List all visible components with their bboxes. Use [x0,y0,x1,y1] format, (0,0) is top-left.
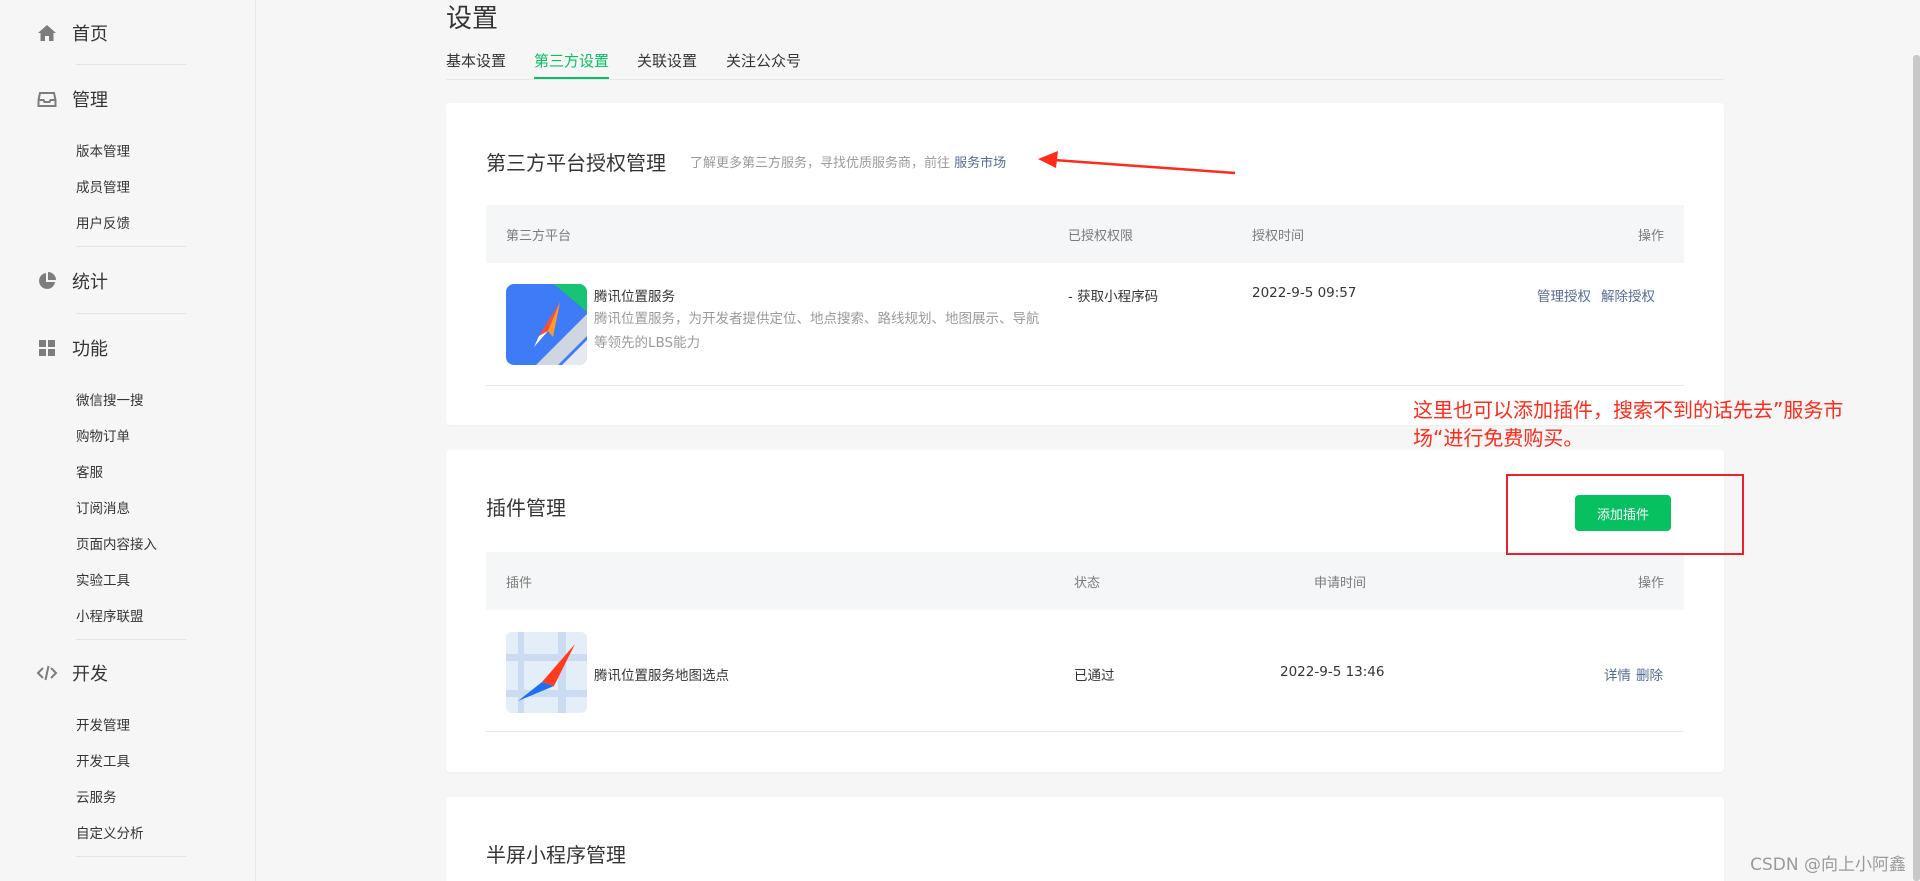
nav-features[interactable]: 功能 [36,333,108,363]
nav-item-subscribe-msg[interactable]: 订阅消息 [76,497,130,517]
nav-features-label: 功能 [72,339,108,360]
nav-dev-label: 开发 [72,664,108,685]
tencent-location-logo [506,284,587,365]
service-market-link[interactable]: 服务市场 [954,156,1006,171]
tab-third-party[interactable]: 第三方设置 [534,50,610,79]
inbox-icon [36,88,58,110]
nav-dev[interactable]: 开发 [36,658,108,688]
tab-related[interactable]: 关联设置 [637,50,697,79]
home-icon [36,22,58,44]
row-divider [486,385,1684,386]
nav-item-orders[interactable]: 购物订单 [76,425,130,445]
nav-manage[interactable]: 管理 [36,84,108,114]
third-party-table-header: 第三方平台 已授权权限 授权时间 操作 [486,205,1684,263]
plugin-apply-time: 2022-9-5 13:46 [1280,664,1385,680]
plugin-name: 腾讯位置服务地图选点 [594,668,729,684]
col-plugin-actions: 操作 [1637,576,1664,591]
nav-divider [76,639,186,640]
col-auth-time: 授权时间 [1252,229,1305,244]
third-party-subtitle: 了解更多第三方服务，寻找优质服务商，前往 服务市场 [690,152,1006,171]
col-platform: 第三方平台 [506,229,572,244]
nav-item-dev-tools[interactable]: 开发工具 [76,750,130,770]
annotation-arrow [1038,151,1236,175]
annotation-text: 这里也可以添加插件，搜索不到的话先去”服务市场“进行免费购买。 [1413,398,1844,450]
half-screen-card: 半屏小程序管理 [446,797,1724,881]
nav-item-wechat-search[interactable]: 微信搜一搜 [76,389,144,409]
third-party-subtitle-text: 了解更多第三方服务，寻找优质服务商，前往 [690,156,951,171]
col-actions: 操作 [1637,229,1664,244]
col-permission: 已授权权限 [1068,229,1134,244]
nav-item-feedback[interactable]: 用户反馈 [76,212,130,232]
watermark: CSDN @向上小阿鑫 [1750,855,1906,875]
code-icon [36,662,58,684]
col-plugin: 插件 [506,576,533,591]
plugin-table-header: 插件 状态 申请时间 操作 [486,552,1684,610]
half-screen-title: 半屏小程序管理 [486,843,626,867]
col-status: 状态 [1074,576,1101,591]
nav-manage-label: 管理 [72,90,108,111]
plugin-status: 已通过 [1074,668,1115,684]
nav-item-members[interactable]: 成员管理 [76,176,130,196]
nav-stats-label: 统计 [72,272,108,293]
permission-value: - 获取小程序码 [1068,289,1159,305]
nav-item-version[interactable]: 版本管理 [76,140,130,160]
nav-item-cloud[interactable]: 云服务 [76,786,117,806]
platform-desc: 腾讯位置服务，为开发者提供定位、地点搜索、路线规划、地图展示、导航等领先的LBS… [594,311,1040,351]
pie-chart-icon [36,270,58,292]
nav-item-experiment[interactable]: 实验工具 [76,569,130,589]
platform-name: 腾讯位置服务 [594,289,675,305]
revoke-auth-link[interactable]: 解除授权 [1601,285,1655,305]
plugin-detail-link[interactable]: 详情 [1604,664,1631,684]
tab-follow-official[interactable]: 关注公众号 [726,50,801,79]
settings-tabs: 基本设置 第三方设置 关联设置 关注公众号 [446,50,1724,80]
page-title: 设置 [446,4,499,34]
nav-home-label: 首页 [72,24,108,45]
nav-divider [76,856,186,857]
third-party-title: 第三方平台授权管理 [486,151,666,175]
nav-item-union[interactable]: 小程序联盟 [76,605,144,625]
map-picker-logo [506,632,587,713]
auth-time-value: 2022-9-5 09:57 [1252,285,1357,301]
sidebar: 首页 管理 版本管理 成员管理 用户反馈 统计 功能 微信搜一搜 购物订单 客服… [0,0,256,881]
nav-divider [76,313,186,314]
annotation-highlight-box [1506,474,1744,555]
nav-item-dev-manage[interactable]: 开发管理 [76,714,130,734]
row-divider [486,731,1684,732]
nav-item-customer-service[interactable]: 客服 [76,461,103,481]
nav-stats[interactable]: 统计 [36,266,108,296]
nav-divider [76,246,186,247]
scrollbar[interactable] [1913,55,1920,881]
nav-item-custom-analysis[interactable]: 自定义分析 [76,822,144,842]
manage-auth-link[interactable]: 管理授权 [1537,285,1591,305]
grid-icon [36,337,58,359]
plugin-delete-link[interactable]: 删除 [1636,664,1663,684]
nav-divider [76,64,186,65]
nav-item-page-content[interactable]: 页面内容接入 [76,533,157,553]
col-apply-time: 申请时间 [1314,576,1367,591]
nav-home[interactable]: 首页 [36,18,108,48]
plugin-title: 插件管理 [486,496,566,520]
tab-basic[interactable]: 基本设置 [446,50,506,79]
